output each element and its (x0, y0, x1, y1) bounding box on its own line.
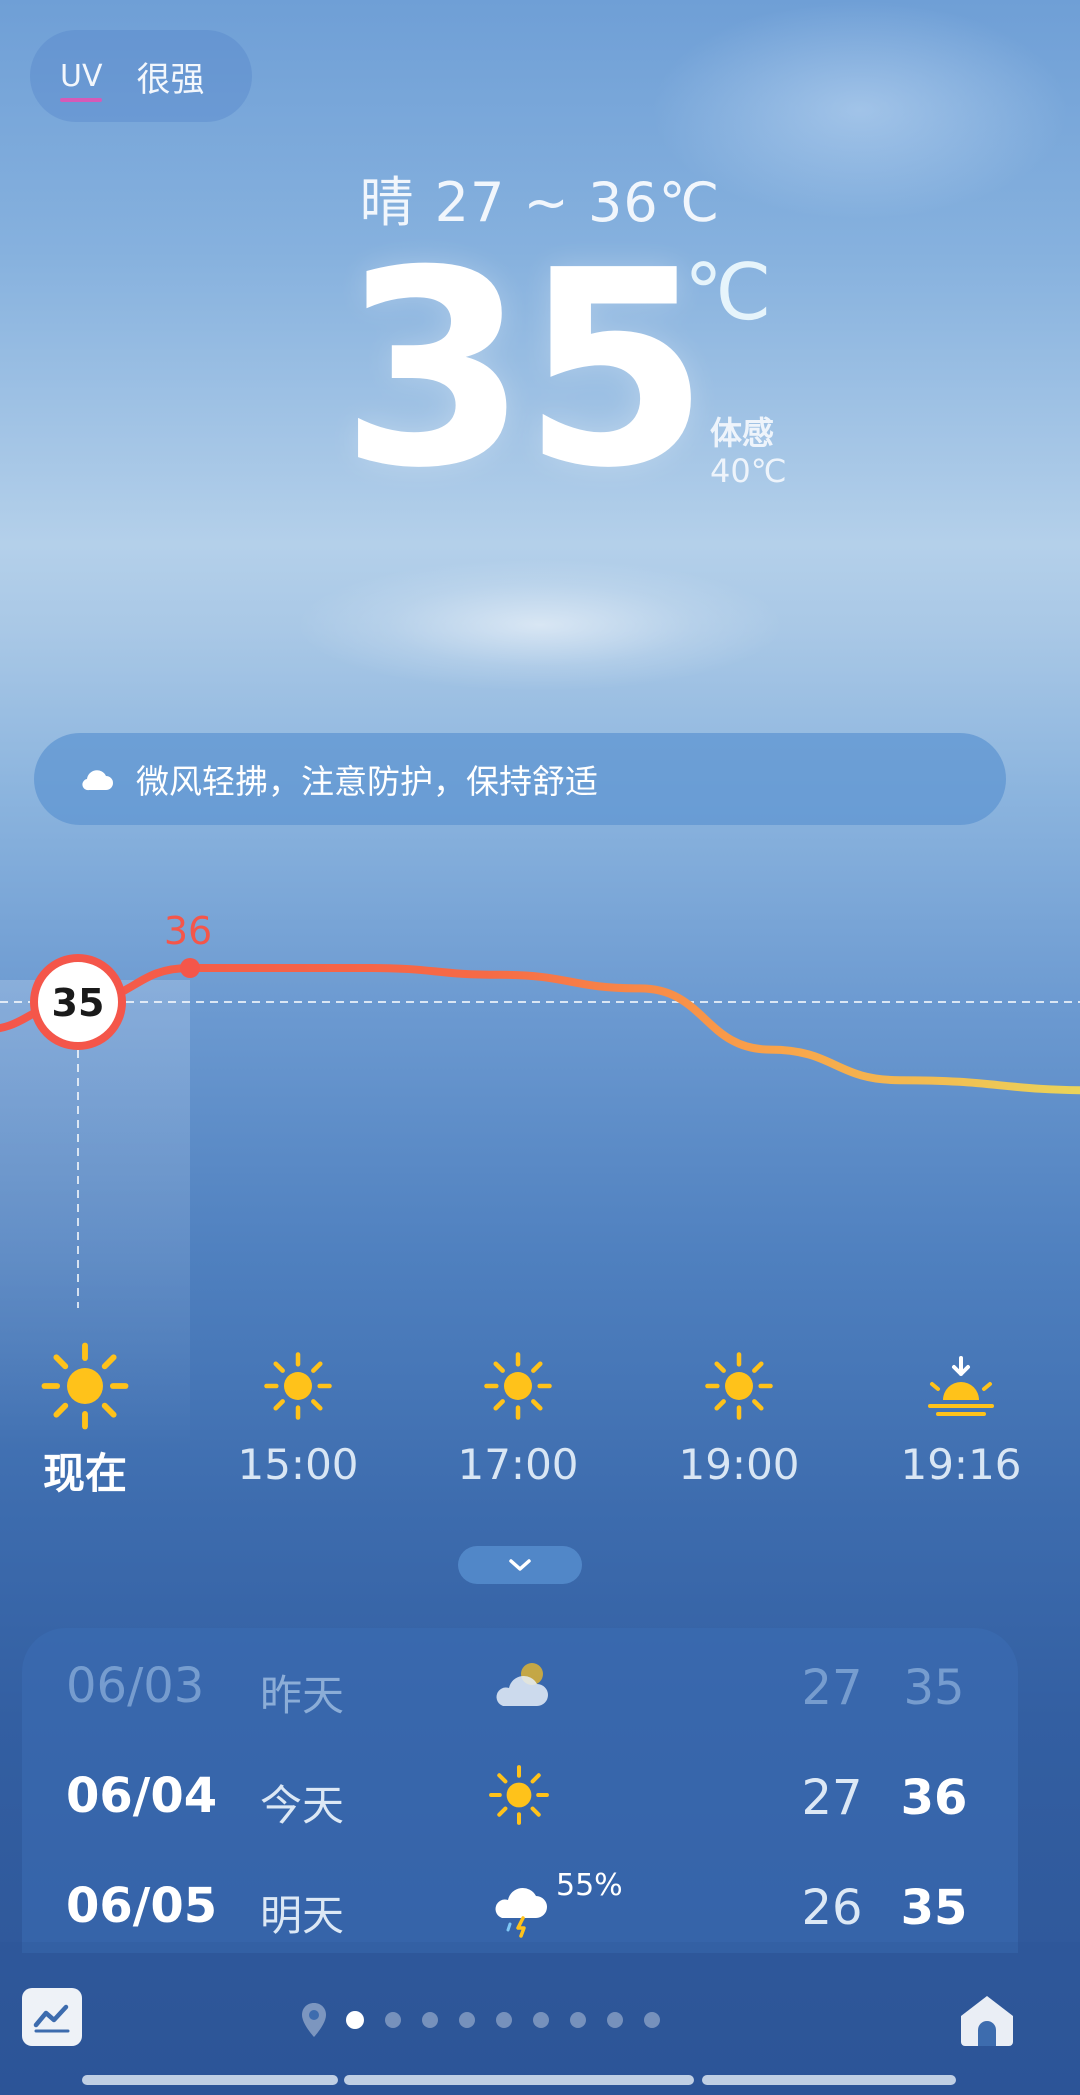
page-dot[interactable] (346, 2011, 364, 2029)
hourly-icon-wrap (213, 1340, 383, 1432)
hourly-temperature-chart[interactable]: 36 35 (0, 880, 1080, 1350)
daily-day-name: 明天 (260, 1891, 345, 1940)
sun-icon (489, 1765, 549, 1825)
daily-day-name: 今天 (260, 1781, 345, 1830)
daily-icon-wrap (488, 1654, 558, 1714)
location-pin-icon (302, 2003, 326, 2037)
daily-date: 06/05 (66, 1878, 218, 1934)
hourly-time: 现在 (42, 1449, 127, 1498)
hourly-item[interactable]: 19:00 (654, 1340, 824, 1489)
home-icon[interactable] (955, 1990, 1019, 2048)
page-dot[interactable] (570, 2012, 586, 2028)
sun-icon (484, 1352, 552, 1420)
hourly-icon-wrap (876, 1340, 1046, 1432)
precipitation-probability: 55% (556, 1868, 623, 1903)
hourly-time: 19:16 (900, 1440, 1022, 1489)
page-dot[interactable] (496, 2012, 512, 2028)
daily-high: 36 (900, 1770, 968, 1826)
daily-low: 27 (801, 1660, 863, 1716)
daily-high: 35 (900, 1880, 968, 1936)
daily-icon-wrap (488, 1874, 558, 1938)
daily-low: 26 (801, 1880, 863, 1936)
current-temperature: 35 (340, 212, 710, 527)
daily-low: 27 (801, 1770, 863, 1826)
daily-icon-wrap (488, 1764, 558, 1825)
weather-tip-banner[interactable]: 微风轻拂，注意防护，保持舒适 (34, 733, 1006, 825)
trend-chart-button[interactable] (22, 1988, 82, 2046)
hourly-item[interactable]: 19:16 (876, 1340, 1046, 1489)
max-temp-label: 36 (164, 909, 212, 953)
page-dot[interactable] (533, 2012, 549, 2028)
tip-text: 微风轻拂，注意防护，保持舒适 (136, 762, 598, 801)
hourly-time: 17:00 (457, 1440, 579, 1489)
daily-row[interactable]: 06/04 今天 27 36 (22, 1746, 1018, 1846)
gesture-bar-right (702, 2075, 956, 2085)
daily-date: 06/03 (66, 1658, 205, 1714)
page-dot[interactable] (385, 2012, 401, 2028)
expand-hourly-button[interactable] (458, 1546, 582, 1584)
trend-chart-icon (33, 2004, 70, 2033)
city-page-indicator[interactable] (300, 2000, 681, 2040)
hourly-item[interactable]: 17:00 (433, 1340, 603, 1489)
sun-icon (264, 1352, 332, 1420)
hourly-time: 19:00 (678, 1440, 800, 1489)
max-temp-point (180, 958, 200, 978)
uv-value: 很强 (136, 59, 205, 100)
daily-day-name: 昨天 (260, 1671, 345, 1720)
page-dot[interactable] (607, 2012, 623, 2028)
sun-icon (705, 1352, 773, 1420)
hourly-item-now[interactable]: 现在 (0, 1340, 170, 1501)
gesture-bar-center (344, 2075, 694, 2085)
page-dot[interactable] (422, 2012, 438, 2028)
feels-like-value: 40℃ (710, 452, 787, 490)
temperature-line (0, 964, 1080, 1095)
daily-high: 35 (903, 1660, 965, 1716)
daily-forecast-card[interactable]: 06/03 昨天 27 35 06/04 今天 27 36 06/05 明天 55% 26 35 (22, 1628, 1018, 1953)
page-dot[interactable] (459, 2012, 475, 2028)
hourly-icon-wrap (433, 1340, 603, 1432)
daily-date: 06/04 (66, 1768, 218, 1824)
chevron-down-icon (509, 1559, 531, 1571)
daily-row[interactable]: 06/05 明天 55% 26 35 (22, 1856, 1018, 1953)
thunder-rain-icon (495, 1887, 547, 1938)
uv-index-chip[interactable]: UV 很强 (30, 30, 252, 122)
current-temp-marker-label: 35 (52, 981, 105, 1025)
daily-row[interactable]: 06/03 昨天 27 35 (22, 1636, 1018, 1736)
cloud-icon (82, 770, 113, 791)
page-dot[interactable] (644, 2012, 660, 2028)
gesture-bar-left (82, 2075, 338, 2085)
horizon-glow (300, 560, 780, 690)
hourly-time: 15:00 (237, 1440, 359, 1489)
hourly-icon-wrap (654, 1340, 824, 1432)
cloudy-sun-icon (496, 1663, 548, 1706)
hourly-icon-wrap (0, 1340, 170, 1432)
feels-like-label: 体感 (710, 414, 775, 452)
uv-label: UV (60, 58, 103, 102)
temperature-unit: ℃ (684, 248, 772, 338)
hourly-item[interactable]: 15:00 (213, 1340, 383, 1489)
sunset-icon (928, 1356, 994, 1416)
sun-icon (41, 1342, 129, 1430)
